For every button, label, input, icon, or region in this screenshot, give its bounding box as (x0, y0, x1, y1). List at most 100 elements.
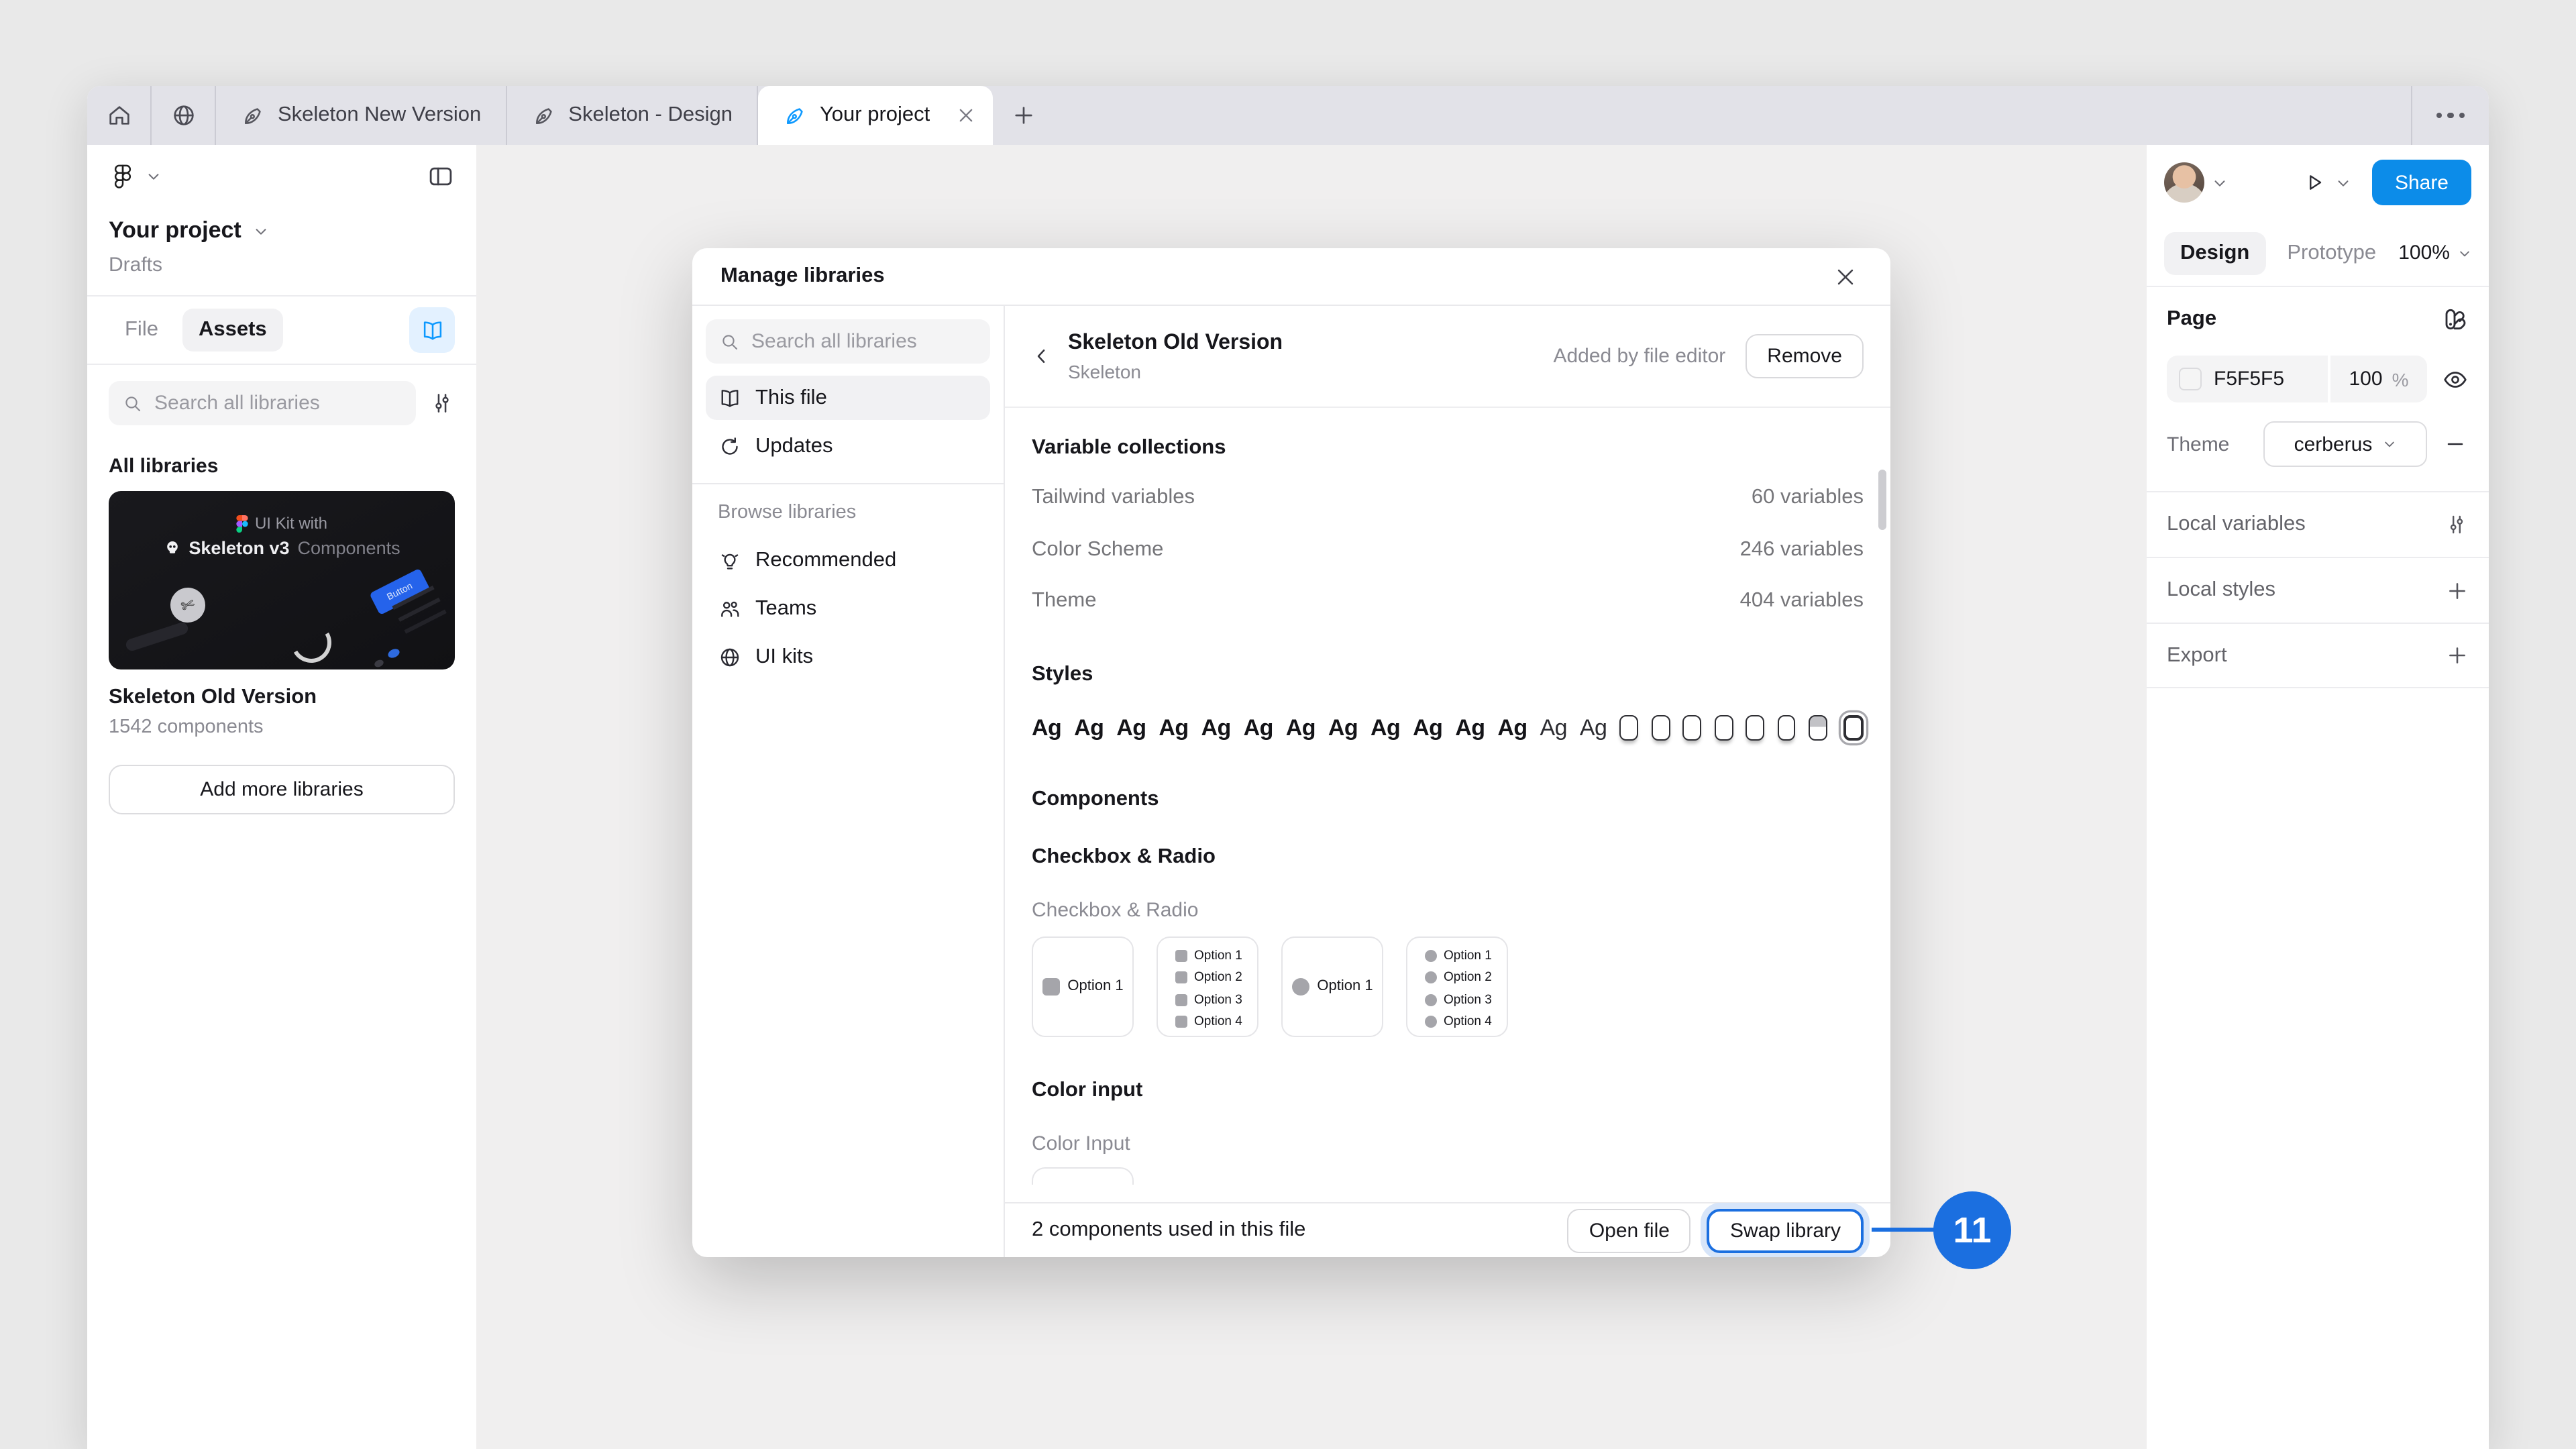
add-export-plus-icon[interactable] (2446, 644, 2469, 667)
back-chevron-icon[interactable] (1032, 346, 1052, 366)
main-menu-button[interactable] (109, 162, 161, 191)
color-swatch (2179, 368, 2202, 390)
skull-icon (163, 539, 180, 557)
search-icon (719, 331, 741, 352)
nav-item-teams[interactable]: Teams (706, 586, 990, 631)
tab-assets[interactable]: Assets (182, 309, 283, 352)
right-sidebar: Share Design Prototype 100% Page (2147, 145, 2489, 1449)
figma-color-logo-icon (236, 515, 248, 532)
file-icon (240, 103, 266, 128)
radio-group-preview: Option 1 Option 2 Option 3 Option 4 (1406, 936, 1508, 1036)
browse-libraries-heading: Browse libraries (706, 499, 990, 534)
theme-dropdown[interactable]: cerberus (2263, 421, 2427, 467)
tab-label: Skeleton - Design (568, 103, 733, 127)
remove-theme-icon[interactable] (2442, 433, 2469, 455)
desktop: Skeleton New Version Skeleton - Design Y… (0, 0, 2576, 1449)
library-card-skeleton-old-version[interactable]: UI Kit with Skeleton v3 Components ✄ But… (109, 491, 455, 738)
styles-swatchbook-icon[interactable] (2442, 306, 2469, 333)
local-styles-label: Local styles (2167, 578, 2275, 602)
nav-item-recommended[interactable]: Recommended (706, 538, 990, 582)
window-menu-button[interactable] (2412, 86, 2489, 145)
file-tab-your-project[interactable]: Your project (758, 86, 993, 145)
modal-search-input[interactable] (751, 330, 977, 353)
zoom-level-control[interactable]: 100% (2398, 241, 2471, 264)
chevron-down-icon (2383, 437, 2396, 451)
radio-single-preview: Option 1 (1281, 936, 1383, 1036)
chevron-down-icon[interactable] (2212, 175, 2227, 190)
checkbox-single-preview: Option 1 (1032, 936, 1134, 1036)
file-icon (531, 103, 556, 128)
chevron-down-icon[interactable] (2336, 175, 2351, 190)
figma-logo-icon (109, 162, 137, 191)
tab-prototype[interactable]: Prototype (2271, 231, 2392, 274)
project-switcher[interactable]: Your project (87, 191, 476, 244)
swap-library-button[interactable]: Swap library (1707, 1208, 1864, 1252)
close-icon[interactable] (1829, 260, 1862, 293)
all-libraries-heading: All libraries (87, 431, 476, 491)
open-libraries-button[interactable] (409, 307, 455, 353)
variable-collection-row: Theme 404 variables (1032, 576, 1864, 627)
clipped-component-preview (1032, 1167, 1134, 1184)
local-styles-row: Local styles (2147, 557, 2489, 623)
modal-scrollbar-thumb[interactable] (1878, 470, 1886, 530)
chevron-down-icon (146, 169, 161, 184)
library-search-field[interactable] (109, 381, 416, 425)
add-more-libraries-button[interactable]: Add more libraries (109, 765, 455, 814)
opacity-control[interactable]: 100 % (2330, 356, 2427, 402)
tab-file[interactable]: File (109, 309, 174, 352)
home-button[interactable] (87, 86, 152, 145)
nav-label: Recommended (755, 548, 896, 572)
variable-collection-row: Color Scheme 246 variables (1032, 524, 1864, 576)
library-header-subtitle: Skeleton (1068, 360, 1283, 382)
annotation-connector-line (1872, 1228, 1936, 1232)
file-icon (782, 103, 808, 128)
thumbnail-brand-suffix: Components (298, 538, 400, 558)
tab-label: Your project (820, 103, 930, 127)
filter-sliders-icon[interactable] (429, 390, 455, 416)
added-by-text: Added by file editor (1553, 345, 1725, 368)
nav-item-updates[interactable]: Updates (706, 424, 990, 468)
library-header-title: Skeleton Old Version (1068, 331, 1283, 355)
tab-design[interactable]: Design (2164, 231, 2265, 274)
component-name: Checkbox & Radio (1032, 898, 1864, 921)
community-button[interactable] (152, 86, 216, 145)
scissors-icon: ✄ (166, 583, 211, 628)
file-tab-skeleton-new-version[interactable]: Skeleton New Version (216, 86, 506, 145)
project-title: Your project (109, 217, 241, 244)
thumbnail-overline: UI Kit with (255, 514, 327, 533)
share-button[interactable]: Share (2372, 160, 2471, 205)
color-hex-value: F5F5F5 (2214, 368, 2284, 390)
variables-sliders-icon[interactable] (2445, 513, 2469, 537)
radio-glyph (1291, 977, 1309, 995)
modal-search-field[interactable] (706, 319, 990, 364)
remove-button[interactable]: Remove (1746, 334, 1864, 378)
component-previews: Option 1 Option 1 Option 2 Option 3 Opti… (1032, 936, 1864, 1036)
left-sidebar: Your project Drafts File Assets (87, 145, 476, 1449)
page-color-control[interactable]: F5F5F5 100 % (2167, 356, 2427, 402)
components-used-summary: 2 components used in this file (1032, 1218, 1305, 1242)
search-input[interactable] (154, 392, 402, 415)
library-detail-scroll: Variable collections Tailwind variables … (1005, 408, 1890, 1202)
annotation-step-badge: 11 (1933, 1191, 2011, 1269)
add-style-plus-icon[interactable] (2446, 579, 2469, 602)
book-icon (718, 386, 742, 410)
nav-item-ui-kits[interactable]: UI kits (706, 635, 990, 679)
new-tab-button[interactable] (993, 86, 1055, 145)
refresh-icon (718, 434, 742, 458)
nav-label: Teams (755, 596, 816, 621)
library-component-count: 1542 components (109, 716, 455, 738)
zoom-value: 100% (2398, 241, 2450, 264)
theme-label: Theme (2167, 433, 2249, 455)
visibility-eye-icon[interactable] (2442, 366, 2469, 392)
open-file-button[interactable]: Open file (1568, 1208, 1691, 1252)
tab-label: Skeleton New Version (278, 103, 481, 127)
user-avatar[interactable] (2164, 162, 2204, 203)
file-tab-skeleton-design[interactable]: Skeleton - Design (506, 86, 758, 145)
nav-item-this-file[interactable]: This file (706, 376, 990, 420)
present-play-icon[interactable] (2302, 170, 2326, 195)
toggle-sidebar-icon[interactable] (427, 162, 455, 191)
close-tab-icon[interactable] (953, 102, 979, 129)
color-input-component-name: Color Input (1032, 1132, 1864, 1155)
effect-style-swatch (1619, 715, 1638, 741)
chevron-down-icon (254, 223, 268, 238)
